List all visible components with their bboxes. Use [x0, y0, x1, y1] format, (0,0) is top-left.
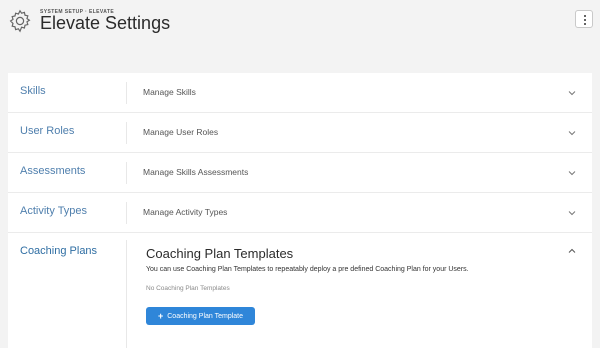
section-description: Manage Skills — [143, 87, 196, 97]
divider — [126, 202, 127, 224]
settings-card: Skills Manage Skills User Roles Manage U… — [8, 73, 592, 348]
section-label: Activity Types — [20, 205, 88, 217]
chevron-up-icon[interactable] — [567, 246, 577, 256]
divider — [126, 162, 127, 184]
section-label: Assessments — [20, 165, 86, 177]
divider — [126, 240, 127, 348]
section-row-activity-types[interactable]: Activity Types Manage Activity Types — [8, 193, 592, 233]
vertical-dots-icon — [583, 15, 586, 17]
section-description: Manage Skills Assessments — [143, 167, 249, 177]
section-row-assessments[interactable]: Assessments Manage Skills Assessments — [8, 153, 592, 193]
gear-icon — [9, 9, 31, 33]
chevron-down-icon[interactable] — [567, 88, 577, 98]
page-header: SYSTEM SETUP · ELEVATE Elevate Settings — [0, 0, 600, 70]
chevron-down-icon[interactable] — [567, 128, 577, 138]
section-label[interactable]: Coaching Plans — [20, 245, 97, 257]
section-title: Coaching Plan Templates — [146, 246, 294, 261]
page-title: Elevate Settings — [40, 13, 171, 33]
section-description: Manage Activity Types — [143, 207, 228, 217]
section-description: You can use Coaching Plan Templates to r… — [146, 266, 469, 273]
empty-state-text: No Coaching Plan Templates — [146, 285, 230, 292]
chevron-down-icon[interactable] — [567, 208, 577, 218]
overflow-menu-button[interactable] — [575, 10, 593, 28]
section-label: User Roles — [20, 125, 75, 137]
divider — [126, 82, 127, 104]
add-coaching-plan-template-button[interactable]: + Coaching Plan Template — [146, 307, 255, 325]
chevron-down-icon[interactable] — [567, 168, 577, 178]
section-row-skills[interactable]: Skills Manage Skills — [8, 73, 592, 113]
section-description: Manage User Roles — [143, 127, 219, 137]
section-label: Skills — [20, 85, 46, 97]
button-label: Coaching Plan Template — [167, 312, 244, 320]
section-row-user-roles[interactable]: User Roles Manage User Roles — [8, 113, 592, 153]
divider — [126, 122, 127, 144]
plus-icon: + — [157, 310, 164, 321]
